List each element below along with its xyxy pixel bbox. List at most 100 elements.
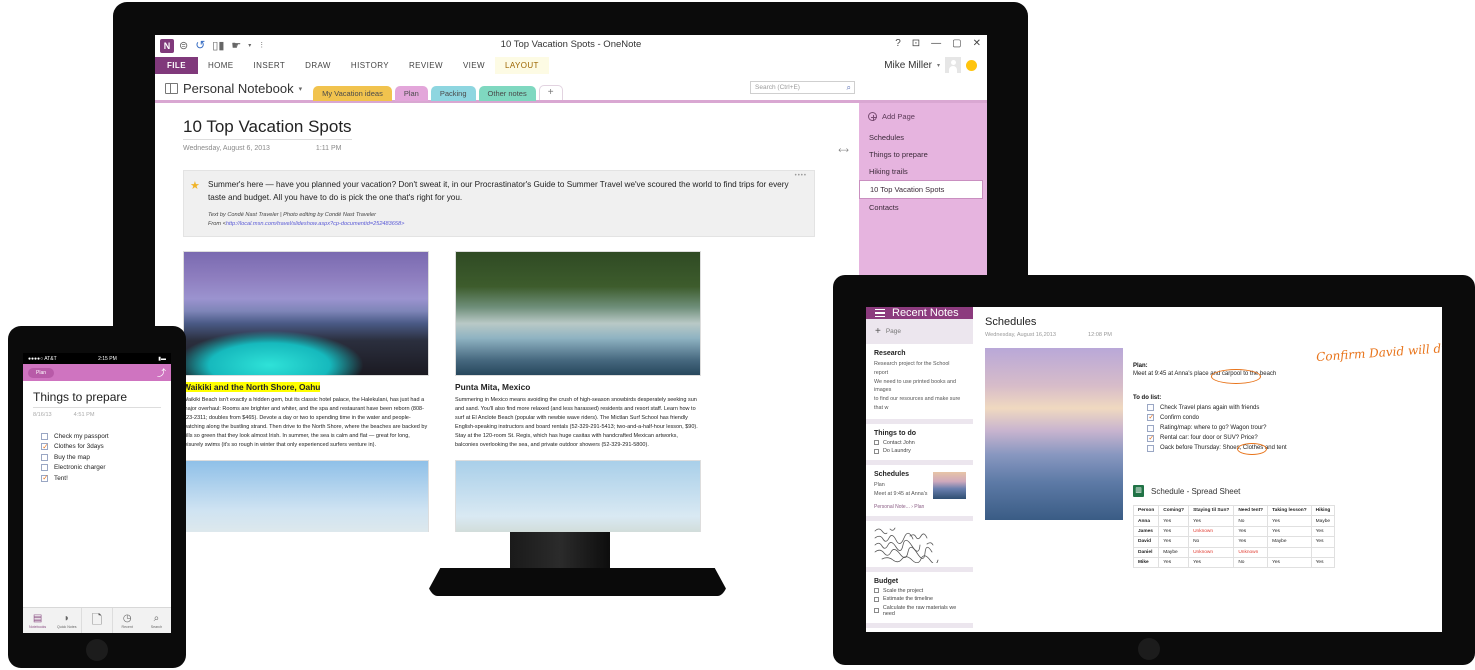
table-row[interactable]: Daniel Maybe Unknown Unknown: [1132, 546, 1336, 558]
user-account-bar[interactable]: Mike Miller ▾: [884, 57, 977, 73]
list-item-schedules[interactable]: Schedules Plan Meet at 9:45 at Anna's Pe…: [866, 465, 973, 516]
phone-home-button[interactable]: [86, 639, 108, 661]
hamburger-icon[interactable]: [875, 309, 885, 317]
search-icon[interactable]: ⌕: [847, 83, 851, 93]
tab-recent[interactable]: ◷ Recent: [113, 608, 142, 633]
tab-insert[interactable]: INSERT: [244, 57, 296, 74]
checkbox-icon[interactable]: [874, 448, 879, 454]
tab-quick-notes[interactable]: ◗ Quick Notes: [52, 608, 81, 633]
list-item-10-top-vacation-spots[interactable]: 10 Top Vacation Sp Summer's here — have …: [866, 627, 973, 632]
checkbox-row[interactable]: Calculate the raw materials we need: [874, 605, 965, 617]
section-tab-plan[interactable]: Plan: [394, 86, 428, 101]
share-icon[interactable]: ⤴: [157, 366, 166, 379]
page-list-item-contacts[interactable]: Contacts: [859, 199, 987, 216]
tab-review[interactable]: REVIEW: [399, 57, 453, 74]
checkbox-icon[interactable]: [874, 440, 879, 445]
checkbox-icon-checked[interactable]: [1147, 413, 1154, 422]
punta-mita-photo[interactable]: [455, 251, 701, 377]
tab-view[interactable]: VIEW: [453, 57, 495, 74]
source-link[interactable]: http://local.msn.com/travel/slideshow.as…: [226, 221, 404, 227]
tablet-page-canvas[interactable]: Schedules Wednesday, August 16,2013 12:0…: [973, 307, 1442, 632]
ribbon-tabs[interactable]: FILE HOME INSERT DRAW HISTORY REVIEW VIE…: [155, 57, 987, 74]
checkbox-row[interactable]: Estimate the timeline: [874, 596, 965, 602]
list-item-research[interactable]: Research Research project for the School…: [866, 344, 973, 419]
back-button[interactable]: Plan: [28, 367, 55, 378]
page-list-item-10-top-vacation-spots[interactable]: 10 Top Vacation Spots: [859, 180, 983, 199]
punta-mita-photo-2[interactable]: [455, 459, 701, 532]
tab-file[interactable]: FILE: [155, 57, 198, 74]
tab-notebooks[interactable]: ▤ Notebooks: [23, 608, 52, 633]
tab-home[interactable]: HOME: [198, 57, 244, 74]
phone-note-content[interactable]: Things to prepare 8/16/13 4:51 PM Check …: [23, 381, 171, 491]
table-row[interactable]: Anna Yes Yes No Yes Maybe: [1132, 515, 1336, 527]
checkbox-icon[interactable]: [1147, 444, 1154, 452]
help-icon[interactable]: ?: [895, 38, 901, 49]
checkbox-icon[interactable]: [874, 596, 879, 602]
table-row[interactable]: Mike Yes Yes No Yes Yes: [1132, 556, 1336, 569]
user-name[interactable]: Mike Miller: [884, 60, 932, 71]
todo-item[interactable]: Clothes for 3days: [33, 442, 161, 451]
list-item-budget[interactable]: Budget Scale the project Estimate the ti…: [866, 571, 973, 623]
checkbox-icon[interactable]: [41, 453, 48, 461]
drag-handle-dots[interactable]: ••••: [795, 173, 807, 179]
tablet-sidebar[interactable]: Recent Notes + Page Research Research pr…: [866, 307, 973, 632]
tab-layout[interactable]: LAYOUT: [494, 57, 549, 74]
chevron-down-icon[interactable]: ▾: [937, 62, 940, 69]
window-buttons[interactable]: ? ⊡ — ▢ ✕: [895, 38, 981, 49]
todo-item[interactable]: Oack before Thursday: Shoes, Clothes and…: [1133, 442, 1365, 455]
checkbox-icon[interactable]: [1147, 424, 1154, 432]
list-item-things-to-do[interactable]: Things to do Contact John Do Laundry: [866, 423, 973, 460]
schedule-table[interactable]: Person Coming? Staying til Sun? Need ten…: [1132, 504, 1336, 569]
checkbox-row[interactable]: Scale the project: [874, 588, 965, 594]
smiley-feedback-icon[interactable]: [966, 59, 977, 71]
page-list-item-schedules[interactable]: Schedules: [859, 129, 987, 146]
checkbox-row[interactable]: Do Laundry: [874, 448, 965, 454]
checkbox-icon-checked[interactable]: [1147, 434, 1154, 442]
checkbox-icon[interactable]: [874, 588, 879, 593]
checkbox-row[interactable]: Contact John: [874, 440, 965, 446]
checkbox-icon[interactable]: [41, 464, 48, 471]
spreadsheet-header[interactable]: ▥ Schedule - Spread Sheet: [1133, 485, 1240, 497]
checkbox-icon[interactable]: [1147, 404, 1154, 412]
page-title[interactable]: Schedules: [985, 316, 1430, 328]
checkbox-icon-checked[interactable]: [41, 473, 49, 482]
notebook-section-bar[interactable]: Personal Notebook ▾ My Vacation ideas Pl…: [155, 74, 987, 101]
close-icon[interactable]: ✕: [973, 38, 981, 49]
section-tab-other-notes[interactable]: Other notes: [478, 86, 536, 101]
note-container[interactable]: ★ •••• Summer's here — have you planned …: [183, 170, 815, 238]
section-tab-my-vacation-ideas[interactable]: My Vacation ideas: [313, 86, 392, 101]
phone-nav-bar[interactable]: Plan ⤴: [23, 364, 171, 381]
todo-item[interactable]: Rental car: four door or SUV? Price?: [1133, 434, 1365, 442]
page-list-item-hiking-trails[interactable]: Hiking trails: [859, 163, 987, 180]
minimize-icon[interactable]: —: [931, 38, 941, 49]
todo-item[interactable]: Check my passport: [33, 432, 161, 440]
todo-item[interactable]: Electronic charger: [33, 464, 161, 471]
avatar[interactable]: [945, 57, 961, 73]
notebook-switcher[interactable]: Personal Notebook ▾: [165, 81, 302, 100]
page-canvas[interactable]: 10 Top Vacation Spots Wednesday, August …: [155, 103, 859, 532]
add-section-button[interactable]: +: [538, 85, 563, 100]
page-list-item-things-to-prepare[interactable]: Things to prepare: [859, 146, 987, 163]
waikiki-photo[interactable]: [183, 251, 429, 377]
todo-item[interactable]: Buy the map: [33, 453, 161, 461]
checkbox-icon-checked[interactable]: [41, 442, 49, 451]
todo-item[interactable]: Rating/map: where to go? Wagon trour?: [1133, 424, 1365, 432]
todo-item[interactable]: Tent!: [33, 473, 161, 482]
tab-history[interactable]: HISTORY: [341, 57, 399, 74]
add-page-button[interactable]: Add Page: [859, 109, 987, 129]
page-title[interactable]: Things to prepare: [33, 390, 161, 408]
tab-draw[interactable]: DRAW: [295, 57, 341, 74]
new-page-button[interactable]: + Page: [866, 319, 973, 344]
maximize-icon[interactable]: ▢: [952, 38, 961, 49]
waikiki-photo-2[interactable]: [183, 459, 429, 532]
todo-item[interactable]: Confirm condo: [1133, 413, 1365, 422]
chevron-down-icon[interactable]: ▾: [299, 85, 303, 93]
section-tab-packing[interactable]: Packing: [430, 86, 476, 101]
tab-search[interactable]: ⌕ Search: [142, 608, 171, 633]
checkbox-icon[interactable]: [874, 608, 879, 613]
tablet-sidebar-header[interactable]: Recent Notes: [866, 307, 973, 319]
table-row[interactable]: James Yes Unknown Yes Yes Yes: [1132, 525, 1336, 538]
new-note-button[interactable]: 🗋: [81, 608, 113, 633]
todo-item[interactable]: Check Travel plans again with friends: [1133, 404, 1365, 412]
ribbon-display-icon[interactable]: ⊡: [912, 38, 920, 49]
